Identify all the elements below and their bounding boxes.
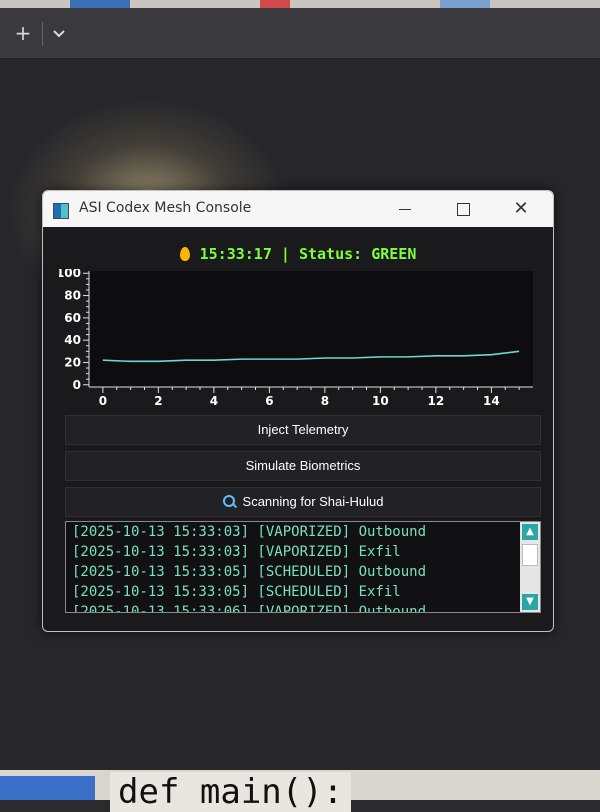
y-tick-label: 60 (64, 311, 81, 325)
log-line: [2025-10-13 15:33:03] [VAPORIZED] Outbou… (72, 524, 427, 540)
log-scrollbar[interactable]: ▲ ▼ (520, 522, 540, 612)
strip-block (440, 0, 490, 8)
flame-icon (179, 247, 190, 261)
telemetry-chart: 0 2 4 6 8 10 12 14 0 20 40 60 80 100 (59, 269, 539, 409)
status-line: 15:33:17 | Status: GREEN (43, 245, 553, 263)
telemetry-chart-svg: 0 2 4 6 8 10 12 14 0 20 40 60 80 100 (59, 269, 533, 408)
simulate-biometrics-label: Simulate Biometrics (245, 458, 361, 473)
status-text: Status: GREEN (298, 245, 417, 263)
x-tick-label: 12 (428, 394, 445, 408)
new-tab-button[interactable]: + (12, 22, 34, 44)
y-tick-label: 40 (64, 333, 81, 347)
window-title: ASI Codex Mesh Console (79, 200, 252, 216)
y-tick-label: 20 (64, 355, 81, 369)
status-time: 15:33:17 (199, 245, 272, 263)
log-line: [2025-10-13 15:33:05] [SCHEDULED] Exfil (72, 584, 401, 600)
scan-label: Scanning for Shai-Hulud (242, 494, 384, 509)
plot-area (89, 271, 533, 387)
log-line: [2025-10-13 15:33:05] [SCHEDULED] Outbou… (72, 564, 427, 580)
y-tick-label: 80 (64, 289, 81, 303)
tab-dropdown-button[interactable] (48, 22, 70, 44)
scroll-down-icon[interactable]: ▼ (522, 594, 538, 610)
scroll-thumb[interactable] (522, 544, 538, 566)
strip-block (260, 0, 290, 8)
top-screen-strip (0, 0, 600, 8)
editor-gutter (0, 776, 95, 800)
x-tick-label: 10 (372, 394, 389, 408)
maximize-icon[interactable] (457, 203, 470, 216)
simulate-biometrics-button[interactable]: Simulate Biometrics (65, 451, 541, 481)
tab-divider (42, 22, 43, 46)
y-tick-label: 0 (73, 378, 81, 392)
magnifier-icon (222, 495, 235, 507)
y-tick-label: 100 (59, 269, 81, 280)
chevron-down-icon (53, 30, 65, 38)
plus-icon: + (14, 21, 32, 45)
window-titlebar[interactable]: ASI Codex Mesh Console ✕ (43, 191, 553, 227)
minimize-icon[interactable] (399, 209, 411, 210)
event-log[interactable]: [2025-10-13 15:33:03] [VAPORIZED] Outbou… (65, 521, 541, 613)
terminal-tab-bar: + (0, 8, 600, 59)
scroll-up-icon[interactable]: ▲ (522, 524, 538, 540)
log-line: [2025-10-13 15:33:06] [VAPORIZED] Outbou… (72, 604, 427, 613)
x-tick-label: 6 (265, 394, 273, 408)
status-separator: | (280, 245, 290, 263)
x-tick-label: 2 (154, 394, 162, 408)
x-tick-label: 0 (99, 394, 107, 408)
scan-button[interactable]: Scanning for Shai-Hulud (65, 487, 541, 517)
inject-telemetry-label: Inject Telemetry (257, 422, 349, 437)
console-window: ASI Codex Mesh Console ✕ 15:33:17 | Stat… (42, 190, 554, 632)
inject-telemetry-button[interactable]: Inject Telemetry (65, 415, 541, 445)
code-line: def main(): (110, 772, 352, 812)
x-tick-label: 14 (483, 394, 500, 408)
close-button[interactable]: ✕ (509, 197, 533, 221)
log-line: [2025-10-13 15:33:03] [VAPORIZED] Exfil (72, 544, 401, 560)
strip-block (70, 0, 130, 8)
x-tick-label: 4 (210, 394, 218, 408)
x-tick-label: 8 (321, 394, 329, 408)
app-icon (53, 203, 69, 219)
